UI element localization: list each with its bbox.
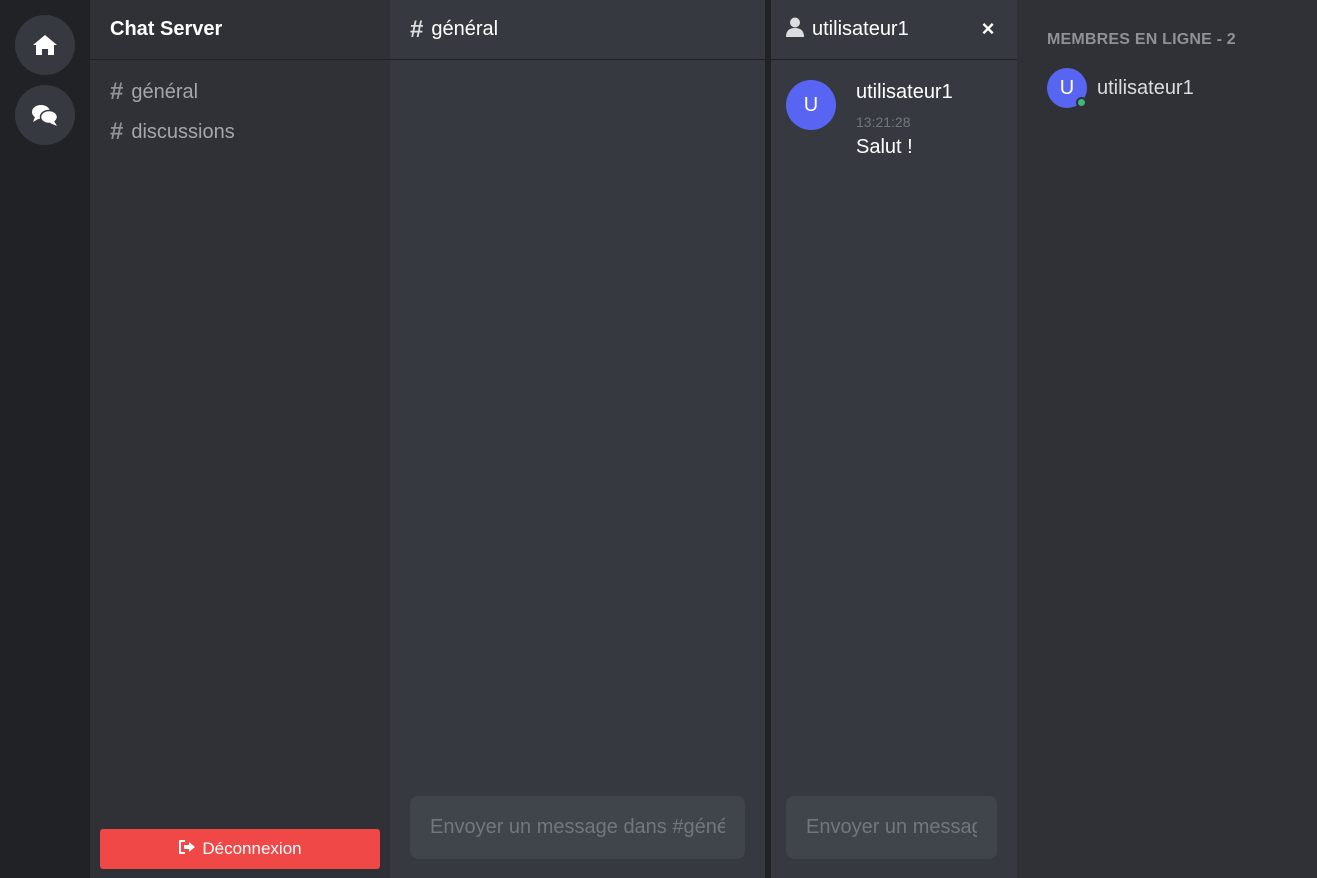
chat-bubbles-icon: [31, 103, 59, 127]
channel-sidebar: Chat Server # général # discussions Déco…: [90, 0, 390, 878]
message-author[interactable]: utilisateur1: [856, 81, 1016, 104]
logout-label: Déconnexion: [202, 839, 302, 858]
close-icon[interactable]: ×: [975, 16, 1001, 42]
message-timestamp: 13:21:28: [856, 114, 911, 130]
logout-button[interactable]: Déconnexion: [100, 829, 380, 869]
avatar-letter: U: [1059, 76, 1075, 99]
avatar[interactable]: U: [786, 80, 836, 130]
hash-icon: #: [110, 78, 124, 105]
member-item[interactable]: U utilisateur1: [1047, 68, 1194, 108]
direct-message-panel: utilisateur1 × U utilisateur1 13:21:28 S…: [771, 0, 1017, 878]
home-icon: [32, 34, 58, 56]
user-icon: [786, 17, 804, 43]
members-title: MEMBRES EN LIGNE - 2: [1047, 31, 1236, 48]
channel-header: # général: [390, 0, 765, 60]
server-rail: [0, 0, 90, 878]
chat-button[interactable]: [15, 85, 75, 145]
hash-icon: #: [410, 15, 424, 43]
channel-label: discussions: [131, 120, 235, 143]
online-status-icon: [1076, 97, 1087, 108]
hash-icon: #: [110, 118, 124, 145]
sign-out-icon: [178, 839, 196, 860]
message-text: Salut !: [856, 136, 913, 158]
channel-item-general[interactable]: # général: [110, 77, 198, 107]
members-sidebar: MEMBRES EN LIGNE - 2 U utilisateur1: [1017, 0, 1317, 878]
message-body: utilisateur1 13:21:28 Salut !: [856, 80, 1016, 159]
channel-title: général: [431, 18, 499, 40]
server-name: Chat Server: [90, 0, 390, 60]
avatar: U: [1047, 68, 1087, 108]
channel-panel: # général: [390, 0, 765, 878]
message-item: U utilisateur1 13:21:28 Salut !: [786, 80, 953, 158]
dm-message-input[interactable]: [786, 796, 997, 859]
home-button[interactable]: [15, 15, 75, 75]
channel-item-discussions[interactable]: # discussions: [110, 117, 235, 147]
chat-app: Chat Server # général # discussions Déco…: [0, 0, 1317, 878]
channel-label: général: [131, 80, 199, 103]
channel-message-input[interactable]: [410, 796, 745, 859]
member-name: utilisateur1: [1097, 76, 1194, 99]
dm-title: utilisateur1: [812, 18, 909, 40]
